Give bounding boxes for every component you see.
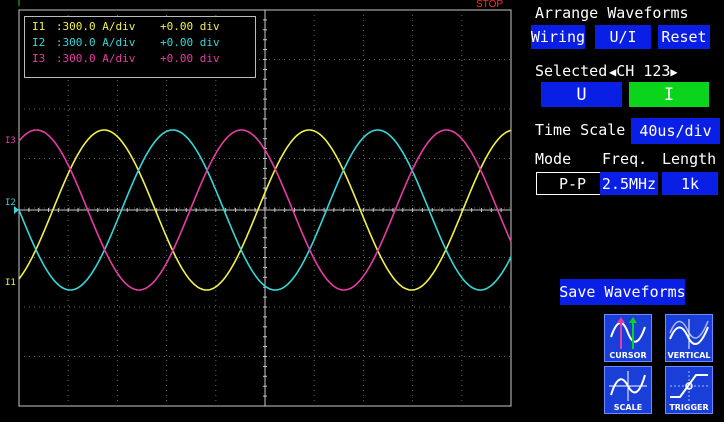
channel-name: I3 [32, 52, 46, 65]
channel-name: I2 [32, 36, 46, 49]
arrange-title: Arrange Waveforms [535, 4, 689, 22]
scale-icon [609, 371, 647, 401]
selected-label: Selected [535, 62, 608, 80]
vertical-tool-button[interactable]: VERTICAL [665, 314, 713, 362]
next-channel-icon[interactable]: ▶ [670, 65, 677, 79]
stop-status: STOP [476, 0, 504, 10]
channel-row-i3: I3 :300.0 A/div +0.00 div [32, 52, 220, 65]
trigger-tool-label: TRIGGER [669, 403, 709, 412]
channel-row-i1: I1 :300.0 A/div +0.00 div [32, 20, 220, 33]
label-i1: I1 [5, 278, 16, 288]
u-button[interactable]: U [541, 82, 622, 107]
wiring-button[interactable]: Wiring [531, 25, 585, 49]
channel-scale: :300.0 A/div [55, 20, 136, 33]
channel-offset: +0.00 div [160, 52, 220, 65]
channel-info-box: I1 :300.0 A/div +0.00 div I2 :300.0 A/di… [24, 16, 256, 78]
mode-button[interactable]: P-P [536, 172, 609, 195]
scale-tool-label: SCALE [613, 403, 643, 412]
length-label: Length [662, 150, 717, 168]
channel-offset: +0.00 div [160, 36, 220, 49]
vertical-tool-label: VERTICAL [667, 351, 711, 360]
channel-scale: :300.0 A/div [55, 52, 136, 65]
waveform-display[interactable]: I1 :300.0 A/div +0.00 div I2 :300.0 A/di… [0, 0, 516, 422]
control-panel: Arrange Waveforms Wiring U/I Reset Selec… [516, 0, 724, 422]
trigger-tool-button[interactable]: TRIGGER [665, 366, 713, 414]
cursor-tool-button[interactable]: CURSOR [604, 314, 652, 362]
cursor-icon [610, 317, 646, 349]
channel-selector[interactable]: ◀CH 123▶ [609, 62, 678, 80]
freq-button[interactable]: 2.5MHz [600, 172, 658, 195]
ui-button[interactable]: U/I [595, 25, 651, 49]
reset-button[interactable]: Reset [658, 25, 710, 49]
channel-offset: +0.00 div [160, 20, 220, 33]
vertical-icon [669, 319, 709, 349]
channel-scale: :300.0 A/div [55, 36, 136, 49]
mode-label: Mode [535, 150, 572, 168]
time-scale-button[interactable]: 40us/div [631, 118, 720, 144]
channel-row-i2: I2 :300.0 A/div +0.00 div [32, 36, 220, 49]
freq-label: Freq. [602, 150, 648, 168]
save-waveforms-button[interactable]: Save Waveforms [559, 279, 686, 305]
scale-tool-button[interactable]: SCALE [604, 366, 652, 414]
time-scale-label: Time Scale [535, 121, 626, 139]
label-i3: I3 [5, 136, 16, 146]
cursor-tool-label: CURSOR [609, 351, 647, 360]
channel-name: I1 [32, 20, 46, 33]
trigger-icon [670, 371, 708, 401]
channel-select-value: CH 123 [616, 62, 671, 80]
label-i2: I2 [5, 198, 16, 208]
length-button[interactable]: 1k [662, 172, 718, 195]
trigger-position-marker: T [16, 0, 23, 9]
i-button[interactable]: I [629, 82, 709, 107]
